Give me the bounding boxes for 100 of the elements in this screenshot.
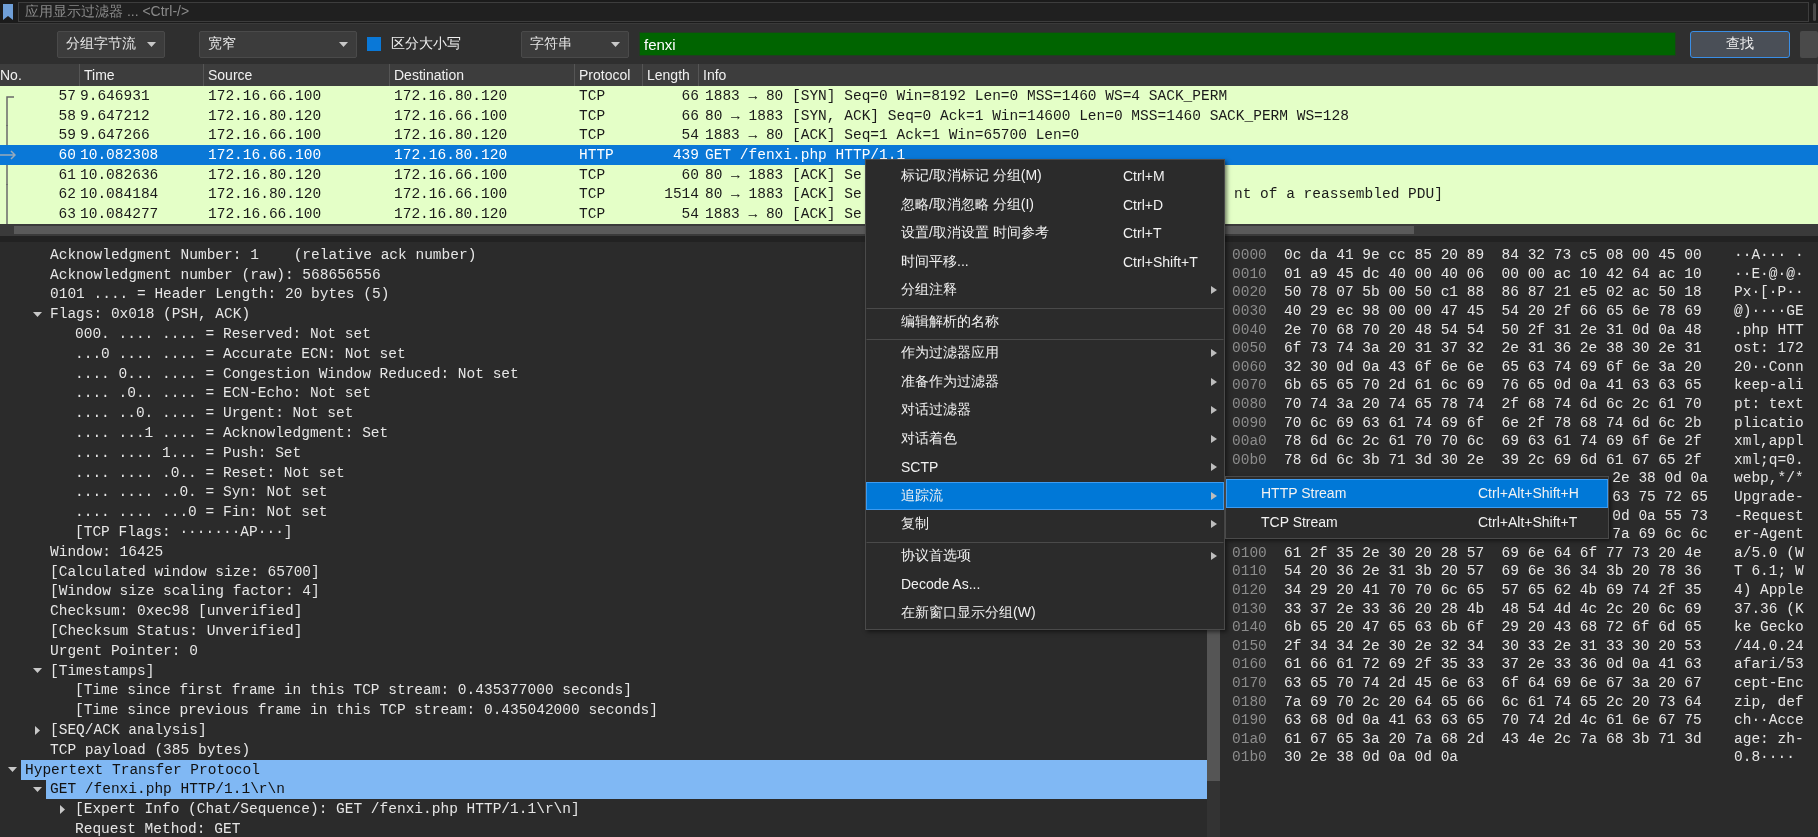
table-cell: 59 bbox=[58, 127, 76, 144]
ascii-text: 0.8···· bbox=[1734, 749, 1795, 766]
hex-bytes: 61 2f 35 2e 30 20 28 57 69 6e 64 6f 77 73 20 4e bbox=[1284, 544, 1702, 561]
hex-bytes: 50 78 07 5b 00 50 c1 88 86 87 21 e5 02 ac 50 18 bbox=[1284, 284, 1702, 301]
hex-bytes: 7a 69 70 2c 20 64 65 66 6c 61 74 65 2c 20 73 64 bbox=[1284, 693, 1702, 710]
table-cell: 9.647212 bbox=[80, 107, 150, 124]
table-cell: 60 bbox=[681, 166, 699, 183]
byte-offset: 0180 bbox=[1232, 693, 1267, 710]
table-cell: 1883 → 80 [ACK] Seq=1 Ack=1 Win=65700 Len=0 bbox=[705, 127, 1080, 144]
table-cell: TCP bbox=[579, 107, 606, 124]
table-cell: 10.084184 bbox=[80, 186, 159, 203]
byte-offset: 0140 bbox=[1232, 619, 1267, 636]
table-cell: 172.16.80.120 bbox=[394, 127, 508, 144]
table-cell: 10.082308 bbox=[80, 146, 159, 163]
ascii-text: cept-Enc bbox=[1734, 674, 1804, 691]
byte-offset: 0030 bbox=[1232, 303, 1267, 320]
table-cell: 172.16.66.100 bbox=[208, 205, 322, 222]
table-cell: TCP bbox=[579, 186, 606, 203]
table-cell: nt of a reassembled PDU] bbox=[1234, 186, 1443, 203]
byte-offset: 0070 bbox=[1232, 377, 1267, 394]
ascii-text: ··E·@·@· bbox=[1734, 265, 1804, 282]
hex-bytes: 0d 0a 55 73 bbox=[1612, 507, 1708, 524]
hex-bytes: 2e 38 0d 0a bbox=[1612, 470, 1708, 487]
ascii-text: webp,*/* bbox=[1734, 470, 1804, 487]
byte-offset: 0040 bbox=[1232, 321, 1267, 338]
hex-bytes: 78 6d 6c 2c 61 70 70 6c 69 63 61 74 69 6f 6e 2f bbox=[1284, 433, 1702, 450]
table-cell: 172.16.80.120 bbox=[208, 186, 322, 203]
table-cell: 58 bbox=[58, 107, 76, 124]
checkbox-label: 区分大小写 bbox=[391, 35, 461, 53]
byte-offset: 0000 bbox=[1232, 247, 1267, 264]
table-cell: TCP bbox=[579, 87, 606, 104]
byte-offset: 0130 bbox=[1232, 600, 1267, 617]
byte-offset: 0080 bbox=[1232, 396, 1267, 413]
byte-offset: 01a0 bbox=[1232, 730, 1267, 747]
hex-bytes: 32 30 0d 0a 43 6f 6e 6e 65 63 74 69 6f 6e 3a 20 bbox=[1284, 358, 1702, 375]
table-cell: 62 bbox=[58, 186, 76, 203]
byte-offset: 0110 bbox=[1232, 563, 1267, 580]
byte-offset: 00a0 bbox=[1232, 433, 1267, 450]
byte-offset: 0020 bbox=[1232, 284, 1267, 301]
byte-offset: 0060 bbox=[1232, 358, 1267, 375]
table-cell: 10.082636 bbox=[80, 166, 159, 183]
byte-offset: 0100 bbox=[1232, 544, 1267, 561]
byte-offset: 0190 bbox=[1232, 712, 1267, 729]
ascii-text: T 6.1; W bbox=[1734, 563, 1804, 580]
hex-bytes: 61 67 65 3a 20 7a 68 2d 43 4e 2c 7a 68 3b 71 3d bbox=[1284, 730, 1702, 747]
hex-bytes: 70 6c 69 63 61 74 69 6f 6e 2f 78 68 74 6d 6c 2b bbox=[1284, 414, 1702, 431]
ascii-text: ch··Acce bbox=[1734, 712, 1804, 729]
table-cell: 63 bbox=[58, 205, 76, 222]
byte-offset: 01b0 bbox=[1232, 749, 1267, 766]
hex-bytes: 34 29 20 41 70 70 6c 65 57 65 62 4b 69 74 2f 35 bbox=[1284, 582, 1702, 598]
hex-bytes: 78 6d 6c 3b 71 3d 30 2e 39 2c 69 6d 61 67 65 2f bbox=[1284, 451, 1702, 468]
hex-bytes: 61 66 61 72 69 2f 35 33 37 2e 33 36 0d 0a 41 63 bbox=[1284, 656, 1702, 673]
table-cell: 172.16.66.100 bbox=[394, 166, 508, 183]
ascii-text: .php HTT bbox=[1734, 321, 1804, 338]
ascii-text: afari/53 bbox=[1734, 656, 1804, 673]
hex-bytes: 7a 69 6c 6c bbox=[1612, 526, 1708, 543]
hex-bytes: 40 29 ec 98 00 00 47 45 54 20 2f 66 65 6e 78 69 bbox=[1284, 303, 1702, 320]
ascii-text: 20··Conn bbox=[1734, 358, 1804, 375]
table-cell: 66 bbox=[681, 87, 699, 104]
table-cell: GET /fenxi.php HTTP/1.1 bbox=[705, 146, 906, 163]
byte-offset: 0120 bbox=[1232, 582, 1267, 598]
table-cell: 172.16.80.120 bbox=[208, 107, 322, 124]
hex-bytes: 6f 73 74 3a 20 31 37 32 2e 31 36 2e 38 30 2e 31 bbox=[1284, 340, 1702, 357]
hex-bytes: 54 20 36 2e 31 3b 20 57 69 6e 36 34 3b 20 78 36 bbox=[1284, 563, 1702, 580]
table-cell: 172.16.66.100 bbox=[394, 186, 508, 203]
table-cell: 1883 → 80 [SYN] Seq=0 Win=8192 Len=0 MSS=1460 WS=4 SACK_PERM bbox=[705, 87, 1228, 104]
table-cell: 54 bbox=[681, 127, 699, 144]
hex-bytes: 0c da 41 9e cc 85 20 89 84 32 73 c5 08 00 45 00 bbox=[1284, 247, 1702, 264]
ascii-text: xml;q=0. bbox=[1734, 451, 1804, 468]
ascii-text: plicatio bbox=[1734, 414, 1804, 431]
table-cell: 172.16.80.120 bbox=[394, 87, 508, 104]
table-cell: 172.16.80.120 bbox=[394, 146, 508, 163]
hex-bytes: 63 65 70 74 2d 45 6e 63 6f 64 69 6e 67 3a 20 67 bbox=[1284, 674, 1702, 691]
table-cell: TCP bbox=[579, 127, 606, 144]
byte-offset: 00b0 bbox=[1232, 451, 1267, 468]
ascii-text: xml,appl bbox=[1734, 433, 1804, 450]
ascii-text: 37.36 (K bbox=[1734, 600, 1804, 617]
ascii-text: @)····GE bbox=[1734, 303, 1804, 320]
table-cell: 61 bbox=[58, 166, 76, 183]
table-cell: 80 → 1883 [ACK] Se bbox=[705, 166, 862, 183]
byte-offset: 0170 bbox=[1232, 674, 1267, 691]
ascii-text: Upgrade- bbox=[1734, 489, 1804, 505]
ascii-text: ··A··· · bbox=[1734, 247, 1804, 264]
hex-bytes: 2e 70 68 70 20 48 54 54 50 2f 31 2e 31 0d 0a 48 bbox=[1284, 321, 1702, 338]
hex-bytes: 01 a9 45 dc 40 00 40 06 00 00 ac 10 42 64 ac 10 bbox=[1284, 265, 1702, 282]
ascii-text: ke Gecko bbox=[1734, 619, 1804, 636]
byte-offset: 0050 bbox=[1232, 340, 1267, 357]
byte-offset: 0090 bbox=[1232, 414, 1267, 431]
table-cell: 1514 bbox=[664, 186, 699, 203]
ascii-text: er-Agent bbox=[1734, 526, 1804, 543]
table-cell: 60 bbox=[58, 146, 76, 163]
table-cell: 1883 → 80 [ACK] Se bbox=[705, 205, 862, 222]
table-cell: 9.646931 bbox=[80, 87, 150, 104]
hex-bytes: 63 68 0d 0a 41 63 63 65 70 74 2d 4c 61 6e 67 75 bbox=[1284, 712, 1702, 729]
table-cell: 57 bbox=[58, 87, 76, 104]
hex-bytes: 63 75 72 65 bbox=[1612, 489, 1708, 505]
table-cell: 10.084277 bbox=[80, 205, 159, 222]
ascii-text: ost: 172 bbox=[1734, 340, 1804, 357]
table-cell: 54 bbox=[681, 205, 699, 222]
table-cell: 80 → 1883 [SYN, ACK] Seq=0 Ack=1 Win=14600 Len=0 MSS=1460 SACK_PERM WS=128 bbox=[705, 107, 1349, 124]
